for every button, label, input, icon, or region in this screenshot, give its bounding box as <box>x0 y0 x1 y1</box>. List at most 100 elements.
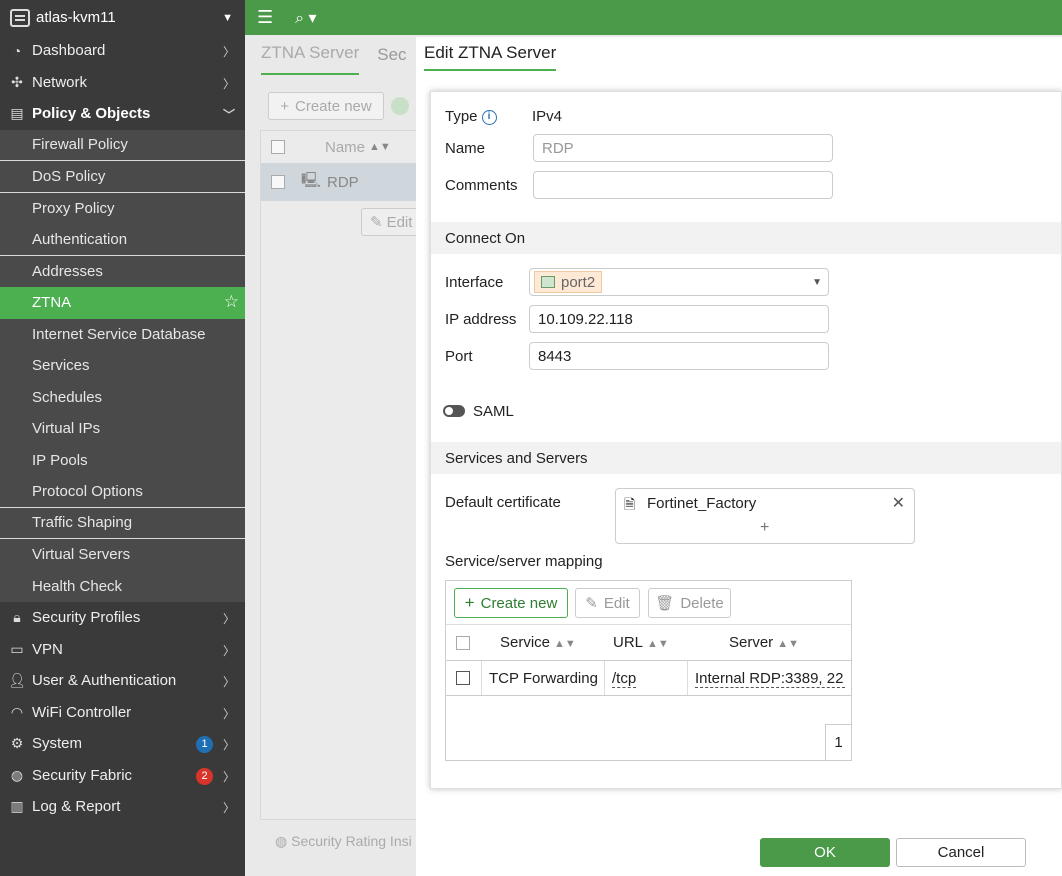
sidebar-item-security-fabric[interactable]: ◍ Security Fabric 2 〉 <box>0 760 245 792</box>
sidebar-item-label: Services <box>32 357 90 375</box>
chevron-right-icon: 〉 <box>222 738 235 752</box>
gear-icon: ⚙ <box>10 735 24 752</box>
favorite-star-icon[interactable]: ☆ <box>224 292 239 312</box>
column-service[interactable]: Service ▲▼ <box>500 634 576 651</box>
add-plus-icon[interactable]: + <box>760 519 769 537</box>
sidebar-item-wifi-controller[interactable]: ◠ WiFi Controller 〉 <box>0 697 245 729</box>
delete-button[interactable]: 🗑︎ Delete <box>648 588 731 618</box>
sidebar-item-proxy-policy[interactable]: Proxy Policy <box>0 192 245 224</box>
chevron-right-icon: 〉 <box>222 706 235 721</box>
sidebar-item-policy-objects[interactable]: ▤ Policy & Objects ﹀ <box>0 98 245 130</box>
sidebar-item-label: Network <box>32 73 88 91</box>
sidebar-item-ip-pools[interactable]: IP Pools <box>0 444 245 476</box>
info-icon[interactable]: i <box>481 109 497 125</box>
sidebar-item-label: Proxy Policy <box>32 199 115 217</box>
sidebar-item-virtual-ips[interactable]: Virtual IPs <box>0 413 245 445</box>
sort-icon[interactable]: ▲▼ <box>369 141 391 153</box>
sidebar-item-ztna[interactable]: ZTNA ☆ <box>0 287 245 319</box>
sidebar-item-network[interactable]: ✣ Network 〉 <box>0 67 245 99</box>
sidebar-item-firewall-policy[interactable]: Firewall Policy <box>0 129 245 161</box>
interface-select[interactable]: port2 ▼ <box>529 268 829 296</box>
sidebar-item-traffic-shaping[interactable]: Traffic Shaping <box>0 507 245 539</box>
port-icon <box>541 276 555 288</box>
cancel-button[interactable]: Cancel <box>896 838 1026 867</box>
sort-icon: ▲▼ <box>554 638 576 650</box>
create-new-button[interactable]: + Create new <box>454 588 568 618</box>
dashboard-icon: ◔ <box>12 42 22 59</box>
services-servers-section: Services and Servers <box>431 442 1061 474</box>
chevron-right-icon: 〉 <box>222 675 235 689</box>
server-cell[interactable]: Internal RDP:3389, 22 <box>695 670 845 688</box>
select-all-checkbox[interactable] <box>271 140 285 154</box>
sidebar-item-health-check[interactable]: Health Check <box>0 570 245 602</box>
edit-button-bg[interactable]: ✎ Edit <box>361 208 421 236</box>
sidebar-item-label: ZTNA <box>32 294 72 312</box>
sidebar-item-dos-policy[interactable]: DoS Policy <box>0 161 245 193</box>
edit-ztna-server-dialog: Edit ZTNA Server Type i IPv4 Name RDP Com… <box>416 37 1062 876</box>
sidebar-item-authentication[interactable]: Authentication <box>0 224 245 256</box>
comments-field[interactable] <box>533 171 833 199</box>
create-new-label: Create new <box>480 594 558 612</box>
saml-toggle[interactable] <box>443 405 465 417</box>
rating-icon: ◍ <box>275 833 292 849</box>
edit-label: Edit <box>386 213 413 231</box>
add-circle-icon[interactable] <box>391 97 409 115</box>
sidebar-item-label: Virtual IPs <box>32 420 101 438</box>
pencil-icon: ✎ <box>585 595 598 612</box>
edit-button[interactable]: ✎ Edit <box>575 588 640 618</box>
user-icon: 👤︎ <box>8 672 26 689</box>
sidebar-item-dashboard[interactable]: ◔ Dashboard 〉 <box>0 35 245 67</box>
default-certificate-field[interactable]: 🗎︎ Fortinet_Factory ✕ + <box>615 488 915 544</box>
sidebar-item-internet-service-database[interactable]: Internet Service Database <box>0 318 245 350</box>
search-icon[interactable]: ⌕ ▾ <box>295 8 316 28</box>
ip-address-field[interactable]: 10.109.22.118 <box>529 305 829 333</box>
sidebar-item-user-authentication[interactable]: 👤︎ User & Authentication 〉 <box>0 665 245 697</box>
chevron-right-icon: 〉 <box>222 769 235 784</box>
sidebar-item-security-profiles[interactable]: 🔒︎ Security Profiles 〉 <box>0 602 245 634</box>
remove-icon[interactable]: ✕ <box>892 493 905 513</box>
port-field[interactable]: 8443 <box>529 342 829 370</box>
table-row[interactable]: TCP Forwarding /tcp Internal RDP:3389, 2… <box>446 660 851 696</box>
sidebar-item-vpn[interactable]: ▭ VPN 〉 <box>0 634 245 666</box>
sidebar-item-services[interactable]: Services <box>0 350 245 382</box>
wifi-icon: ◠ <box>10 703 24 720</box>
tab-security[interactable]: Sec <box>377 45 406 75</box>
mapping-header: Service ▲▼ URL ▲▼ Server ▲▼ <box>446 624 851 660</box>
connect-on-section: Connect On <box>431 222 1061 254</box>
row-name: RDP <box>327 173 359 191</box>
security-rating-footer[interactable]: ◍ Security Rating Insi <box>275 833 412 850</box>
device-name: atlas-kvm11 <box>36 9 116 26</box>
column-url[interactable]: URL ▲▼ <box>613 634 669 651</box>
network-icon: ✣ <box>11 73 23 90</box>
create-new-button-bg[interactable]: + Create new <box>268 92 384 120</box>
plus-icon: + <box>280 97 290 115</box>
sidebar-item-label: Log & Report <box>32 798 121 816</box>
sidebar-item-schedules[interactable]: Schedules <box>0 381 245 413</box>
device-selector[interactable]: atlas-kvm11 ▼ <box>0 0 245 35</box>
sort-icon: ▲▼ <box>647 638 669 650</box>
chevron-right-icon: 〉 <box>222 643 235 658</box>
sidebar-item-label: Dashboard <box>32 42 106 60</box>
row-checkbox[interactable] <box>456 671 470 685</box>
hamburger-menu-icon[interactable]: ☰ <box>257 7 273 28</box>
sidebar-item-label: VPN <box>32 640 63 658</box>
ok-button[interactable]: OK <box>760 838 890 867</box>
sidebar-item-label: Addresses <box>32 262 103 280</box>
row-checkbox[interactable] <box>271 175 285 189</box>
notification-badge: 1 <box>196 736 213 753</box>
table-row[interactable]: 🖳︎ RDP <box>261 163 429 201</box>
monitor-icon: 🖳︎ <box>301 171 322 189</box>
url-cell[interactable]: /tcp <box>612 670 637 688</box>
sidebar-item-addresses[interactable]: Addresses <box>0 255 245 287</box>
column-server[interactable]: Server ▲▼ <box>729 634 799 651</box>
sidebar-item-label: System <box>32 735 83 753</box>
select-all-checkbox[interactable] <box>456 635 470 650</box>
tab-ztna-server[interactable]: ZTNA Server <box>261 43 360 75</box>
sidebar-item-protocol-options[interactable]: Protocol Options <box>0 476 245 508</box>
device-icon <box>10 8 30 27</box>
sidebar-item-virtual-servers[interactable]: Virtual Servers <box>0 539 245 571</box>
page-number[interactable]: 1 <box>825 724 851 760</box>
name-field[interactable]: RDP <box>533 134 833 162</box>
sidebar-item-log-report[interactable]: ▥ Log & Report 〉 <box>0 791 245 823</box>
sidebar-item-system[interactable]: ⚙ System 1 〉 <box>0 728 245 760</box>
